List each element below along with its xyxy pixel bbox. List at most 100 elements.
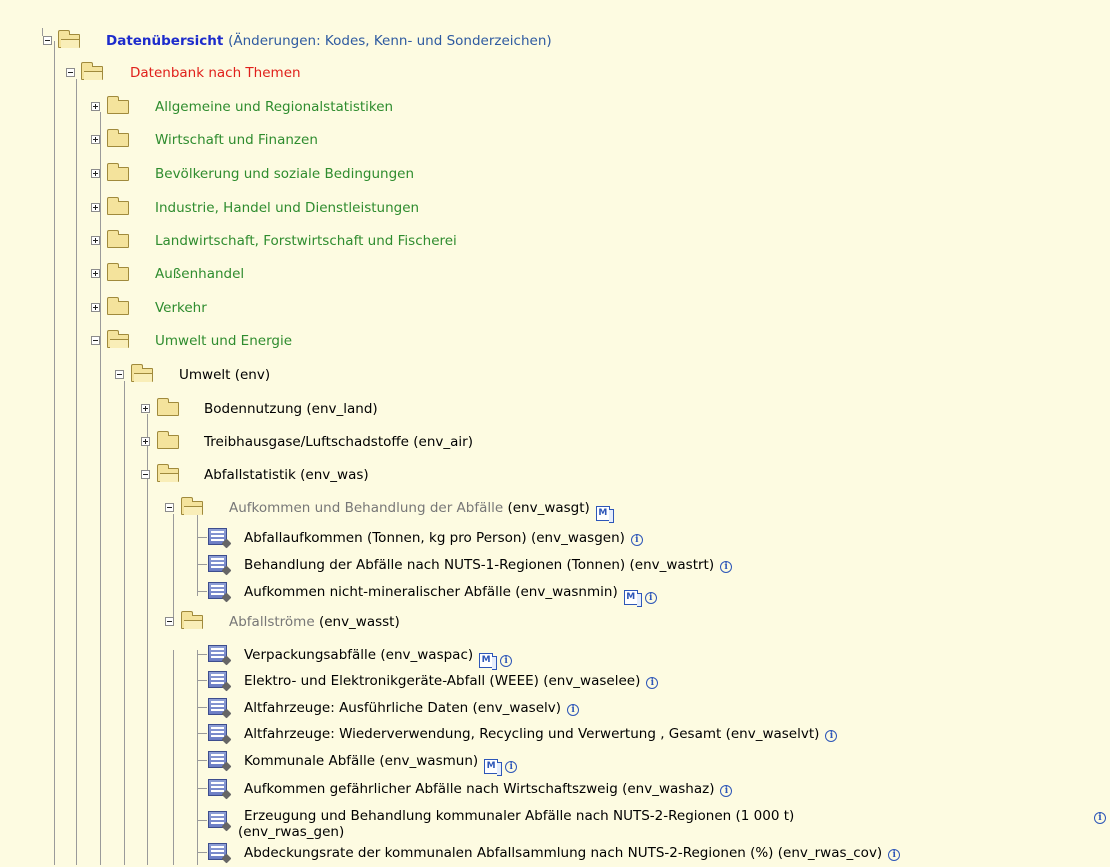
- tree-node-label[interactable]: Außenhandel: [155, 266, 244, 282]
- folder-name[interactable]: Aufkommen und Behandlung der Abfälle: [229, 500, 503, 516]
- expand-toggle-icon[interactable]: [91, 203, 100, 212]
- tree-node-label[interactable]: Datenbank nach Themen: [130, 65, 301, 81]
- dataset-label[interactable]: Aufkommen gefährlicher Abfälle nach Wirt…: [244, 781, 733, 797]
- dataset-label[interactable]: Aufkommen nicht-mineralischer Abfälle (e…: [244, 584, 657, 607]
- tree-node-label[interactable]: Abfallstatistik (env_was): [204, 467, 369, 483]
- tree-node-database-by-theme[interactable]: Datenbank nach Themen: [0, 62, 400, 87]
- tree-node-theme[interactable]: Außenhandel: [0, 263, 500, 288]
- tree-node-theme[interactable]: Industrie, Handel und Dienstleistungen: [0, 197, 500, 222]
- tree-node-waste-generation-treatment[interactable]: Aufkommen und Behandlung der Abfälle (en…: [0, 497, 614, 523]
- collapse-toggle-icon[interactable]: [115, 370, 124, 379]
- dataset-title[interactable]: Elektro- und Elektronikgeräte-Abfall (WE…: [244, 673, 640, 689]
- info-icon[interactable]: i: [646, 677, 659, 689]
- tree-node-label[interactable]: Treibhausgase/Luftschadstoffe (env_air): [204, 434, 473, 450]
- tree-node-theme[interactable]: Allgemeine und Regionalstatistiken: [0, 96, 500, 121]
- dataset-label[interactable]: Behandlung der Abfälle nach NUTS-1-Regio…: [244, 557, 733, 573]
- dataset-label[interactable]: Altfahrzeuge: Ausführliche Daten (env_wa…: [244, 700, 580, 716]
- collapse-toggle-icon[interactable]: [141, 470, 150, 479]
- folder-code[interactable]: (env_wasst): [319, 614, 400, 630]
- dataset-label[interactable]: Abfallaufkommen (Tonnen, kg pro Person) …: [244, 530, 643, 546]
- tree-node-theme[interactable]: Landwirtschaft, Forstwirtschaft und Fisc…: [0, 230, 500, 255]
- expand-toggle-icon[interactable]: [91, 102, 100, 111]
- info-icon[interactable]: i: [500, 655, 513, 667]
- tree-node-label[interactable]: Umwelt (env): [179, 367, 270, 383]
- dataset-title[interactable]: Abdeckungsrate der kommunalen Abfallsamm…: [244, 845, 882, 861]
- dataset-title[interactable]: Behandlung der Abfälle nach NUTS-1-Regio…: [244, 557, 714, 573]
- dataset-item[interactable]: Abfallaufkommen (Tonnen, kg pro Person) …: [0, 528, 900, 552]
- tree-node-label[interactable]: Bevölkerung und soziale Bedingungen: [155, 166, 414, 182]
- expand-toggle-icon[interactable]: [91, 169, 100, 178]
- dataset-title[interactable]: Aufkommen nicht-mineralischer Abfälle (e…: [244, 584, 618, 600]
- metadata-icon[interactable]: M: [595, 506, 614, 523]
- info-icon[interactable]: i: [630, 534, 643, 546]
- info-icon[interactable]: i: [567, 704, 580, 716]
- dataset-label[interactable]: Kommunale Abfälle (env_wasmun) Mi: [244, 753, 518, 776]
- dataset-label[interactable]: Elektro- und Elektronikgeräte-Abfall (WE…: [244, 673, 659, 689]
- expand-toggle-icon[interactable]: [91, 303, 100, 312]
- dataset-label[interactable]: Verpackungsabfälle (env_waspac) Mi: [244, 647, 513, 670]
- tree-node-label[interactable]: Verkehr: [155, 300, 207, 316]
- tree-node-label[interactable]: Datenübersicht (Änderungen: Kodes, Kenn-…: [106, 33, 552, 49]
- collapse-toggle-icon[interactable]: [43, 36, 52, 45]
- tree-node-label[interactable]: Aufkommen und Behandlung der Abfälle (en…: [229, 500, 614, 523]
- collapse-toggle-icon[interactable]: [66, 68, 75, 77]
- collapse-toggle-icon[interactable]: [165, 503, 174, 512]
- folder-code[interactable]: (env_wasgt): [507, 500, 589, 516]
- dataset-label[interactable]: Abdeckungsrate der kommunalen Abfallsamm…: [244, 845, 901, 861]
- dataset-item[interactable]: Behandlung der Abfälle nach NUTS-1-Regio…: [0, 555, 900, 579]
- dataset-title[interactable]: Aufkommen gefährlicher Abfälle nach Wirt…: [244, 781, 714, 797]
- dataset-item[interactable]: Erzeugung und Behandlung kommunaler Abfä…: [0, 806, 1110, 842]
- info-icon[interactable]: i: [505, 761, 518, 773]
- metadata-icon[interactable]: M: [623, 590, 642, 607]
- tree-node-label[interactable]: Umwelt und Energie: [155, 333, 292, 349]
- dataset-title[interactable]: Abfallaufkommen (Tonnen, kg pro Person) …: [244, 530, 625, 546]
- info-icon[interactable]: i: [644, 592, 657, 604]
- data-overview-title[interactable]: Datenübersicht: [106, 33, 223, 49]
- tree-node-data-overview[interactable]: Datenübersicht (Änderungen: Kodes, Kenn-…: [0, 30, 760, 55]
- dataset-label[interactable]: Altfahrzeuge: Wiederverwendung, Recyclin…: [244, 726, 838, 742]
- tree-node-theme[interactable]: Wirtschaft und Finanzen: [0, 129, 500, 154]
- dataset-item[interactable]: Altfahrzeuge: Ausführliche Daten (env_wa…: [0, 698, 900, 722]
- dataset-item[interactable]: Abdeckungsrate der kommunalen Abfallsamm…: [0, 843, 1110, 867]
- tree-node-label[interactable]: Allgemeine und Regionalstatistiken: [155, 99, 393, 115]
- tree-node-environment[interactable]: Umwelt (env): [0, 364, 400, 389]
- data-overview-changes-link[interactable]: (Änderungen: Kodes, Kenn- und Sonderzeic…: [228, 33, 552, 49]
- info-icon[interactable]: i: [825, 730, 838, 742]
- tree-node-theme[interactable]: Umwelt und Energie: [0, 330, 500, 355]
- dataset-item[interactable]: Altfahrzeuge: Wiederverwendung, Recyclin…: [0, 724, 900, 748]
- tree-node-theme[interactable]: Bevölkerung und soziale Bedingungen: [0, 163, 500, 188]
- tree-node-theme[interactable]: Verkehr: [0, 297, 500, 322]
- dataset-item[interactable]: Elektro- und Elektronikgeräte-Abfall (WE…: [0, 671, 900, 695]
- info-icon[interactable]: i: [720, 785, 733, 797]
- dataset-code[interactable]: (env_rwas_gen): [238, 824, 344, 840]
- dataset-title[interactable]: Kommunale Abfälle (env_wasmun): [244, 753, 478, 769]
- dataset-title[interactable]: Verpackungsabfälle (env_waspac): [244, 647, 473, 663]
- dataset-item[interactable]: Kommunale Abfälle (env_wasmun) Mi: [0, 751, 900, 776]
- dataset-title[interactable]: Altfahrzeuge: Wiederverwendung, Recyclin…: [244, 726, 819, 742]
- dataset-title[interactable]: Erzeugung und Behandlung kommunaler Abfä…: [244, 808, 794, 824]
- tree-node-label[interactable]: Industrie, Handel und Dienstleistungen: [155, 200, 419, 216]
- tree-node-label[interactable]: Bodennutzung (env_land): [204, 401, 378, 417]
- folder-name[interactable]: Abfallströme: [229, 614, 315, 630]
- dataset-item[interactable]: Aufkommen gefährlicher Abfälle nach Wirt…: [0, 779, 900, 803]
- info-icon[interactable]: i: [1094, 812, 1106, 824]
- tree-node-greenhouse-gases[interactable]: Treibhausgase/Luftschadstoffe (env_air): [0, 431, 500, 456]
- dataset-title[interactable]: Altfahrzeuge: Ausführliche Daten (env_wa…: [244, 700, 561, 716]
- tree-node-label[interactable]: Landwirtschaft, Forstwirtschaft und Fisc…: [155, 233, 457, 249]
- expand-toggle-icon[interactable]: [91, 269, 100, 278]
- expand-toggle-icon[interactable]: [91, 135, 100, 144]
- expand-toggle-icon[interactable]: [91, 236, 100, 245]
- info-icon[interactable]: i: [720, 561, 733, 573]
- dataset-item[interactable]: Verpackungsabfälle (env_waspac) Mi: [0, 645, 900, 670]
- collapse-toggle-icon[interactable]: [165, 617, 174, 626]
- tree-node-label[interactable]: Abfallströme (env_wasst): [229, 614, 400, 630]
- info-icon[interactable]: i: [888, 849, 901, 861]
- collapse-toggle-icon[interactable]: [91, 336, 100, 345]
- tree-node-land-use[interactable]: Bodennutzung (env_land): [0, 398, 500, 423]
- dataset-item[interactable]: Aufkommen nicht-mineralischer Abfälle (e…: [0, 582, 900, 607]
- expand-toggle-icon[interactable]: [141, 437, 150, 446]
- tree-node-waste-statistics[interactable]: Abfallstatistik (env_was): [0, 464, 500, 489]
- metadata-icon[interactable]: M: [484, 759, 503, 776]
- metadata-icon[interactable]: M: [479, 653, 498, 670]
- expand-toggle-icon[interactable]: [141, 404, 150, 413]
